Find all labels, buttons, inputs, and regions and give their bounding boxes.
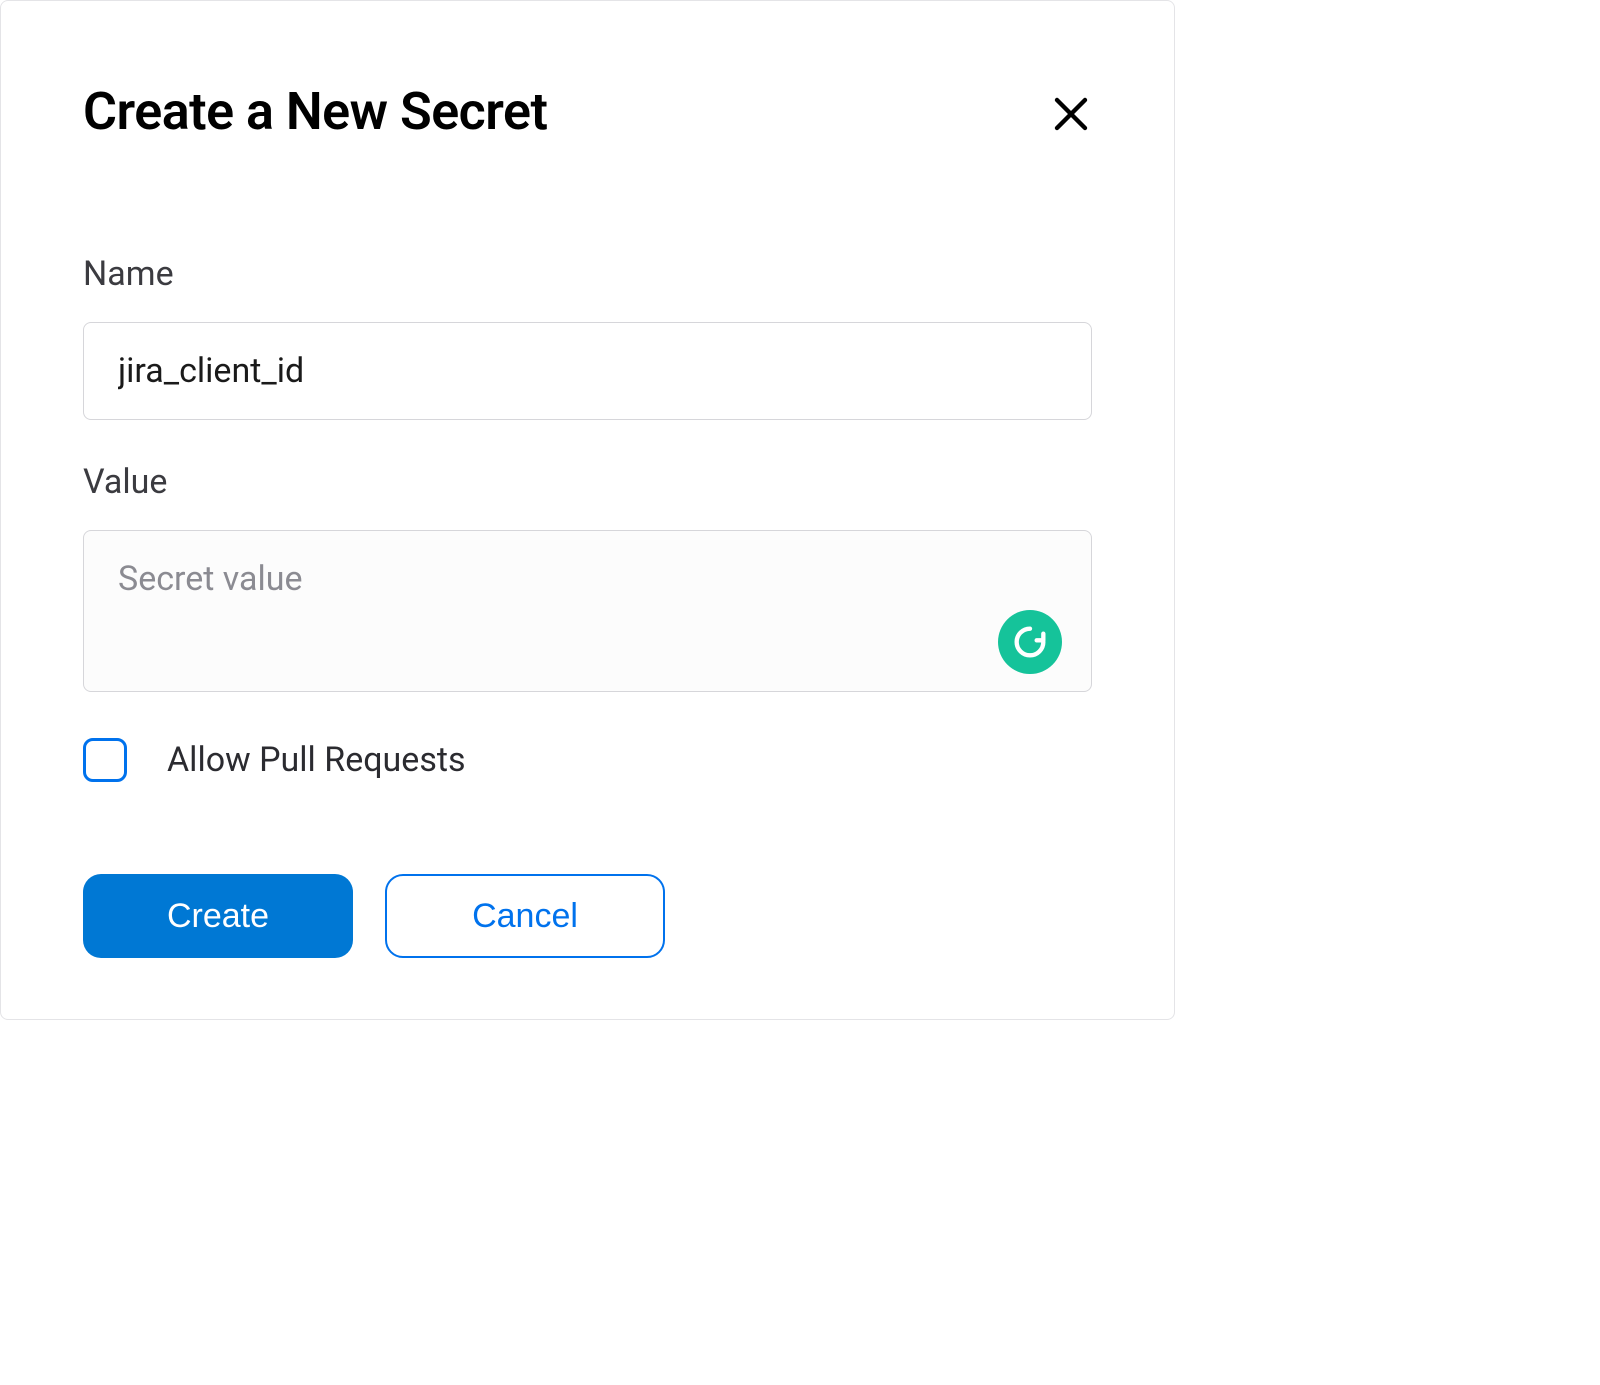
name-input[interactable] [83, 322, 1092, 420]
allow-pr-row: Allow Pull Requests [83, 738, 1092, 782]
value-label: Value [83, 462, 1092, 502]
cancel-button[interactable]: Cancel [385, 874, 665, 958]
allow-pr-label[interactable]: Allow Pull Requests [167, 740, 466, 780]
grammarly-icon[interactable] [998, 610, 1062, 674]
value-input[interactable] [83, 530, 1092, 692]
modal-header: Create a New Secret [83, 81, 1092, 144]
modal-title: Create a New Secret [83, 81, 547, 142]
value-textarea-wrapper [83, 530, 1092, 696]
value-field-group: Value [83, 462, 1092, 696]
name-label: Name [83, 254, 1092, 294]
close-button[interactable] [1044, 87, 1098, 144]
close-icon [1050, 93, 1092, 135]
name-field-group: Name [83, 254, 1092, 420]
create-button[interactable]: Create [83, 874, 353, 958]
allow-pr-checkbox[interactable] [83, 738, 127, 782]
button-row: Create Cancel [83, 874, 1092, 958]
create-secret-modal: Create a New Secret Name Value Allow Pul… [0, 0, 1175, 1020]
